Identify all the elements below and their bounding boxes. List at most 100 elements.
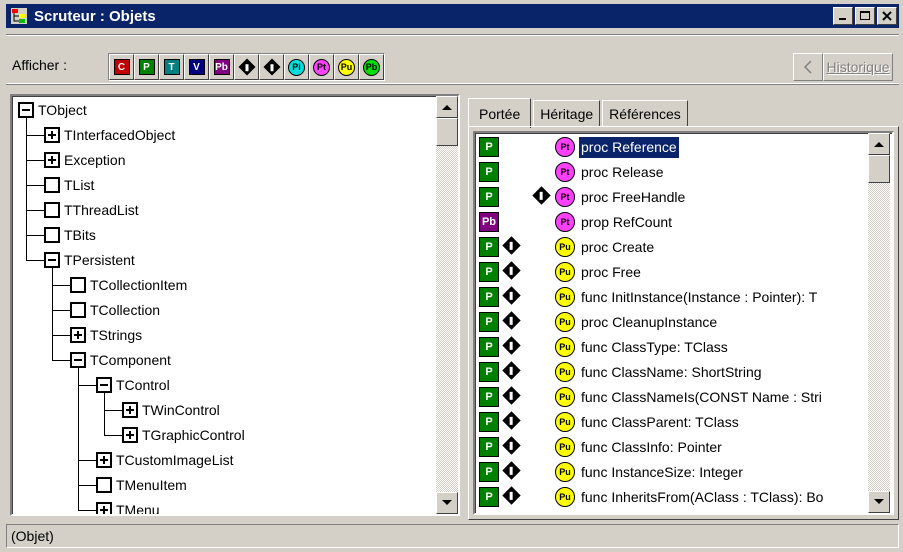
member-row[interactable]: P Pu func ClassType: TClass [477,335,871,360]
leaf-class-icon [44,202,60,218]
tab-heritage[interactable]: Héritage [533,100,601,126]
virtual-diamond-icon [501,260,522,281]
member-row[interactable]: P Pu func InstanceSize: Integer [477,460,871,485]
filter-button-pb[interactable]: Pb [209,54,234,80]
tree-node-label: TObject [38,102,87,118]
tree-scroll-up-button[interactable] [436,96,458,118]
maximize-button[interactable] [855,7,875,25]
expand-icon[interactable] [96,502,112,514]
member-row[interactable]: P Pu proc Create [477,235,871,260]
tree-node[interactable]: TWinControl [122,400,220,420]
tree-node-label: TCollection [90,302,161,318]
tree-connector [104,435,122,436]
tree-scroll-thumb[interactable] [436,118,458,146]
member-scroll-thumb[interactable] [868,155,890,183]
tree-node[interactable]: TControl [96,375,170,395]
tree-node[interactable]: TInterfacedObject [44,125,175,145]
filter-button-p[interactable]: P [134,54,159,80]
filter-button-c[interactable]: C [109,54,134,80]
filter-button-v[interactable]: V [184,54,209,80]
back-button[interactable] [793,53,823,81]
tab-portee[interactable]: Portée [468,98,532,128]
tree-node[interactable]: TCollection [70,300,160,320]
filter-button-override[interactable] [259,54,284,80]
member-row[interactable]: P Pu proc Free [477,260,871,285]
member-signature: func InstanceSize: Integer [581,464,743,480]
minimize-button[interactable] [833,7,853,25]
collapse-icon[interactable] [18,102,34,118]
tree-node[interactable]: TBits [44,225,96,245]
tree-scroll-down-button[interactable] [436,492,458,514]
filter-button-pb2[interactable]: Pb [359,54,384,80]
member-row[interactable]: Pb Pt prop RefCount [477,210,871,235]
filter-virtual-diamond-icon [238,58,255,76]
tree-scrollbar[interactable] [436,96,458,514]
tree-node[interactable]: TCollectionItem [70,275,187,295]
leaf-class-icon [44,177,60,193]
tab-references[interactable]: Références [602,100,688,126]
filter-button-pt[interactable]: Pt [309,54,334,80]
toolbar: Afficher : C P T V Pb Pi Pt Pu Pb Historique [6,34,899,84]
visibility-pu-icon: Pu [555,362,575,382]
collapse-icon[interactable] [44,252,60,268]
member-scrollbar[interactable] [868,133,890,513]
member-list[interactable]: P Pt proc Reference P Pt proc Release P Pt proc … [473,131,894,515]
expand-icon[interactable] [122,402,138,418]
history-button[interactable]: Historique [823,53,893,81]
tree-node[interactable]: TComponent [70,350,171,370]
expand-icon[interactable] [96,452,112,468]
tree-node[interactable]: TCustomImageList [96,450,233,470]
expand-icon[interactable] [44,152,60,168]
close-button[interactable] [877,7,897,25]
member-row[interactable]: P Pt proc FreeHandle [477,185,871,210]
filter-t-icon: T [163,59,180,75]
tree-node[interactable]: TThreadList [44,200,139,220]
collapse-icon[interactable] [96,377,112,393]
visibility-pu-icon: Pu [555,412,575,432]
member-row[interactable]: P Pu func InheritsFrom(AClass : TClass): B… [477,485,871,510]
tree-node[interactable]: Exception [44,150,125,170]
class-tree-view[interactable]: TObject TInterfacedObject Exception TList TT… [10,94,460,516]
member-signature: proc FreeHandle [581,189,686,205]
member-scroll-down-button[interactable] [868,491,890,513]
member-row[interactable]: P Pu proc CleanupInstance [477,310,871,335]
tree-node-label: TWinControl [142,402,220,418]
tree-node[interactable]: TMenu [96,500,160,514]
visibility-pu-icon: Pu [555,437,575,457]
filter-button-virtual[interactable] [234,54,259,80]
member-scroll-up-button[interactable] [868,133,890,155]
tree-connector [52,360,70,361]
tree-node[interactable]: TPersistent [44,250,135,270]
show-label: Afficher : [12,57,67,73]
filter-override-diamond-icon [263,58,280,76]
member-row[interactable]: P Pu func ClassInfo: Pointer [477,435,871,460]
tree-node[interactable]: TObject [18,100,87,120]
expand-icon[interactable] [122,427,138,443]
scruteur-window: Scruteur : Objets Afficher : C P T V Pb Pi Pt P… [0,0,903,552]
title-bar[interactable]: Scruteur : Objets [6,4,899,28]
collapse-icon[interactable] [70,352,86,368]
member-row[interactable]: P Pu func ClassNameIs(CONST Name : Stri [477,385,871,410]
member-row[interactable]: P Pu func ClassName: ShortString [477,360,871,385]
minimize-icon [839,18,846,20]
member-panel: Portée Héritage Références P Pt proc Referen… [464,94,899,520]
visibility-pt-icon: Pt [555,162,575,182]
filter-button-pu[interactable]: Pu [334,54,359,80]
tree-node[interactable]: TStrings [70,325,142,345]
visibility-pt-icon: Pt [555,187,575,207]
tree-node[interactable]: TGraphicControl [122,425,245,445]
filter-button-pi[interactable]: Pi [284,54,309,80]
filter-button-t[interactable]: T [159,54,184,80]
member-signature: proc CleanupInstance [581,314,718,330]
member-row[interactable]: P Pu func ClassParent: TClass [477,410,871,435]
expand-icon[interactable] [70,327,86,343]
tree-node[interactable]: TList [44,175,94,195]
arrow-up-icon [874,142,884,147]
visibility-pu-icon: Pu [555,237,575,257]
member-row[interactable]: P Pt proc Release [477,160,871,185]
expand-icon[interactable] [44,127,60,143]
member-row[interactable]: P Pu func InitInstance(Instance : Pointer)… [477,285,871,310]
tree-node[interactable]: TMenuItem [96,475,187,495]
member-row[interactable]: P Pt proc Reference [477,135,871,160]
virtual-diamond-icon [501,360,522,381]
